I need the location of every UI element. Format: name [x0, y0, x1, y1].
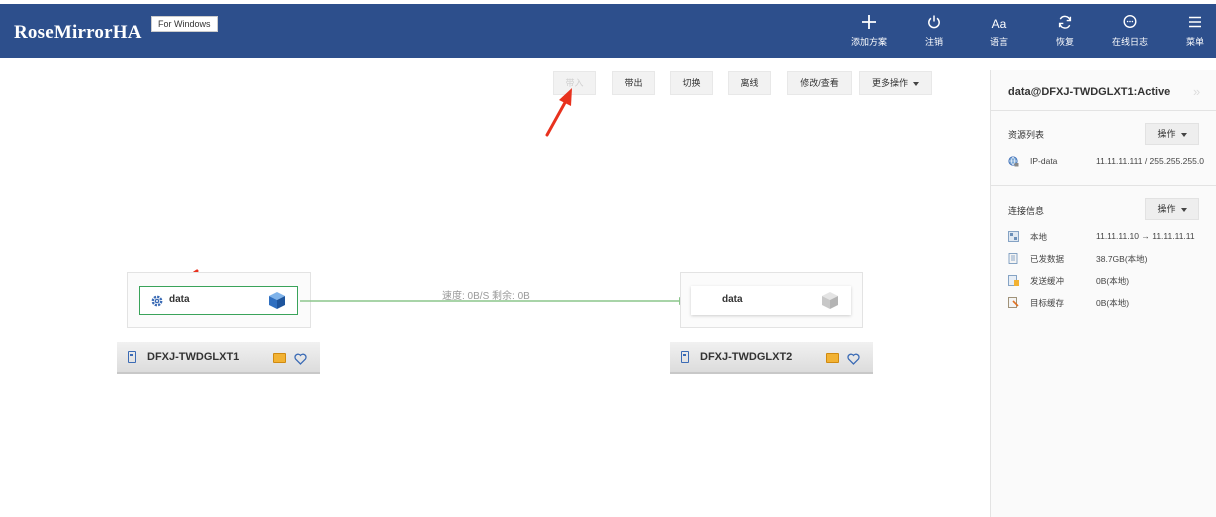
gear-icon: [150, 294, 164, 308]
resource-operate-button[interactable]: 操作: [1145, 123, 1199, 145]
connection-value: 38.7GB(本地): [1096, 254, 1148, 264]
ip-resource-icon: [1008, 156, 1019, 167]
disk-icon: [273, 353, 286, 363]
connection-operate-button[interactable]: 操作: [1145, 198, 1199, 220]
menu-label: 菜单: [1185, 37, 1204, 47]
switch-button[interactable]: 切换: [670, 71, 713, 95]
language-icon: Aa: [991, 17, 1007, 31]
annotation-arrow-toolbar: [545, 88, 572, 137]
node-name: DFXJ-TWDGLXT1: [147, 351, 240, 363]
collapse-icon[interactable]: »: [1193, 84, 1200, 99]
divider: [991, 185, 1216, 186]
bring-out-button[interactable]: 带出: [612, 71, 655, 95]
connection-info-title: 连接信息: [1008, 206, 1045, 216]
connection-label: 目标缓存: [1030, 298, 1065, 308]
plus-icon: [839, 14, 899, 36]
panel-title: data@DFXJ-TWDGLXT1:Active: [1008, 86, 1171, 98]
app-header: RoseMirrorHA For Windows 添加方案 注销 Aa 语言 恢…: [0, 4, 1216, 58]
resource-label: data: [169, 294, 190, 305]
language-button[interactable]: Aa 语言: [969, 14, 1029, 48]
connection-value: 11.11.11.10 → 11.11.11.11: [1096, 231, 1195, 241]
connection-value: 0B(本地): [1096, 276, 1130, 286]
app-logo-title: RoseMirrorHA: [14, 22, 142, 43]
disk-icon: [826, 353, 839, 363]
language-label: 语言: [989, 37, 1008, 47]
connection-label: 本地: [1030, 232, 1048, 242]
offline-button[interactable]: 离线: [728, 71, 771, 95]
connection-value: 0B(本地): [1096, 298, 1130, 308]
cube-icon-active: [268, 291, 286, 310]
chat-icon: [1100, 14, 1160, 36]
node-bar-1[interactable]: DFXJ-TWDGLXT1: [117, 342, 320, 374]
heartbeat-icon: [847, 352, 860, 365]
connection-row: 发送缓冲 0B(本地): [1008, 274, 1213, 288]
node-bar-2[interactable]: DFXJ-TWDGLXT2: [670, 342, 873, 374]
resource-value: 11.11.11.111 / 255.255.255.0: [1096, 156, 1204, 166]
more-actions-label: 更多操作: [871, 78, 908, 88]
link-status-text: 速度: 0B/S 剩余: 0B: [442, 291, 530, 302]
connection-row: 已发数据 38.7GB(本地): [1008, 252, 1213, 266]
connection-label: 已发数据: [1030, 254, 1065, 264]
chevron-down-icon: [1180, 207, 1187, 212]
detail-panel: data@DFXJ-TWDGLXT1:Active » 资源列表 操作 IP-d…: [990, 70, 1216, 517]
resource-operate-label: 操作: [1157, 129, 1176, 139]
connection-row: 目标缓存 0B(本地): [1008, 296, 1213, 310]
online-log-label: 在线日志: [1111, 37, 1148, 47]
logout-button[interactable]: 注销: [904, 14, 964, 48]
sent-data-icon: [1008, 253, 1019, 264]
network-icon: [1008, 231, 1019, 242]
logout-label: 注销: [924, 37, 943, 47]
heartbeat-icon: [294, 352, 307, 365]
server-icon: [128, 351, 136, 363]
server-icon: [681, 351, 689, 363]
connection-operate-label: 操作: [1157, 204, 1176, 214]
refresh-icon: [1035, 14, 1095, 36]
app-window: RoseMirrorHA For Windows 添加方案 注销 Aa 语言 恢…: [0, 0, 1216, 517]
resource-box-selected[interactable]: data: [139, 286, 298, 315]
restore-label: 恢复: [1055, 37, 1074, 47]
add-plan-button[interactable]: 添加方案: [839, 14, 899, 48]
chevron-down-icon: [913, 81, 919, 86]
target-cache-icon: [1008, 297, 1019, 308]
platform-badge: For Windows: [151, 16, 218, 32]
power-icon: [904, 14, 964, 36]
connection-row: 本地 11.11.11.10 → 11.11.11.11: [1008, 230, 1213, 244]
edit-view-button[interactable]: 修改/查看: [787, 71, 852, 95]
more-actions-button[interactable]: 更多操作: [859, 71, 932, 95]
add-plan-label: 添加方案: [850, 37, 887, 47]
divider: [991, 110, 1216, 111]
online-log-button[interactable]: 在线日志: [1100, 14, 1160, 48]
node-name: DFXJ-TWDGLXT2: [700, 351, 793, 363]
resource-box[interactable]: data: [691, 286, 851, 315]
menu-button[interactable]: 菜单: [1165, 14, 1216, 48]
resource-list-title: 资源列表: [1008, 130, 1045, 140]
restore-button[interactable]: 恢复: [1035, 14, 1095, 48]
connection-label: 发送缓冲: [1030, 276, 1065, 286]
chevron-down-icon: [1180, 132, 1187, 137]
send-buffer-icon: [1008, 275, 1019, 286]
resource-row[interactable]: IP-data 11.11.11.111 / 255.255.255.0: [1008, 155, 1213, 169]
resource-name: IP-data: [1030, 156, 1058, 166]
cube-icon-inactive: [821, 291, 839, 310]
menu-icon: [1165, 14, 1216, 36]
resource-label: data: [722, 294, 743, 305]
